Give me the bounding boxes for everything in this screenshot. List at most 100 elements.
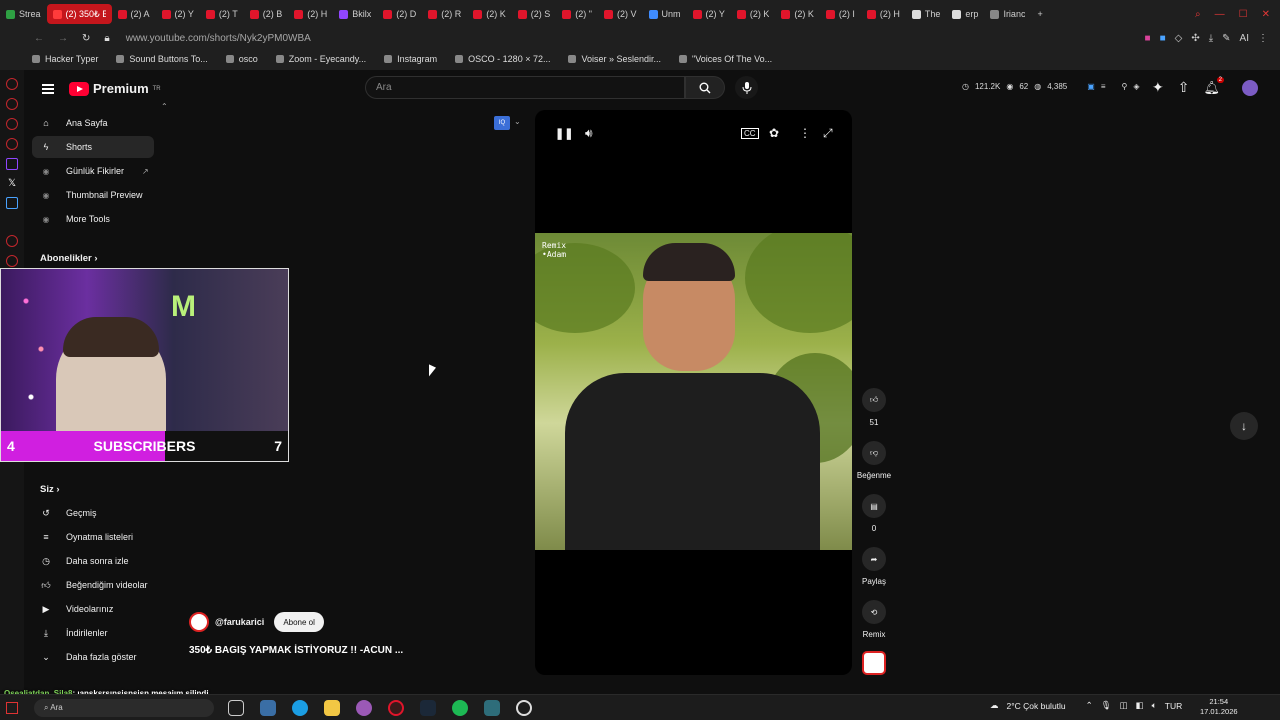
browser-tab[interactable]: erp bbox=[946, 4, 984, 24]
twitch-icon[interactable] bbox=[6, 158, 18, 170]
chrome-icon[interactable] bbox=[356, 700, 372, 716]
extension-toggle-button[interactable]: IQ bbox=[494, 116, 510, 130]
search-button[interactable] bbox=[685, 76, 725, 99]
new-tab-button[interactable]: + bbox=[1031, 4, 1048, 24]
clock[interactable]: 21:54 17.01.2026 bbox=[1200, 697, 1238, 717]
taskbar-search[interactable]: ⌕ Ara bbox=[34, 698, 214, 717]
task-view-icon[interactable] bbox=[228, 700, 244, 716]
bookmark-item[interactable]: Sound Buttons To... bbox=[116, 54, 208, 64]
browser-tab[interactable]: Unm bbox=[643, 4, 687, 24]
share-button[interactable]: ➦ Paylaş bbox=[855, 547, 893, 586]
sidebar-app-icon[interactable] bbox=[6, 235, 18, 247]
channel-avatar[interactable] bbox=[189, 612, 209, 632]
channel-name[interactable]: @farukarici bbox=[215, 617, 264, 627]
sidebar-item-beğendiğim-videolar[interactable]: 👍︎ Beğendiğim videolar bbox=[32, 574, 154, 596]
browser-tab[interactable]: (2) " bbox=[556, 4, 598, 24]
edit-icon[interactable]: ✎ bbox=[1222, 33, 1230, 44]
sidebar-item-oynatma-listeleri[interactable]: ≡ Oynatma listeleri bbox=[32, 526, 154, 548]
browser-tab[interactable]: (2) R bbox=[422, 4, 467, 24]
sidebar-item-shorts[interactable]: ϟ Shorts bbox=[32, 136, 154, 158]
fullscreen-icon[interactable]: ⤢ bbox=[823, 126, 833, 141]
next-short-button[interactable]: ↓ bbox=[1230, 412, 1258, 440]
volume-icon[interactable]: 🔈︎ bbox=[1152, 700, 1157, 711]
menu-hamburger-icon[interactable] bbox=[42, 84, 54, 94]
sidebar-item-more-tools[interactable]: ◉ More Tools bbox=[32, 208, 154, 230]
sidebar-item-ana-sayfa[interactable]: ⌂ Ana Sayfa bbox=[32, 112, 154, 134]
browser-tab[interactable]: (2) I bbox=[820, 4, 861, 24]
remix-button[interactable]: ⟲ Remix bbox=[855, 600, 893, 639]
browser-tab[interactable]: (2) S bbox=[512, 4, 557, 24]
app-icon[interactable]: ◧ bbox=[1136, 700, 1144, 711]
sound-thumbnail[interactable] bbox=[862, 651, 886, 675]
sidebar-app-icon[interactable] bbox=[6, 118, 18, 130]
language-indicator[interactable]: TUR bbox=[1165, 701, 1182, 711]
puzzle-icon[interactable]: ✣ bbox=[1191, 33, 1199, 44]
browser-tab[interactable]: (2) A bbox=[112, 4, 156, 24]
video-title[interactable]: 350₺ BAGIŞ YAPMAK İSTİYORUZ !! -ACUN ... bbox=[189, 645, 403, 656]
sidebar-item-daha-sonra-izle[interactable]: ◷ Daha sonra izle bbox=[32, 550, 154, 572]
filter-icon[interactable]: ≡ bbox=[1101, 82, 1106, 91]
browser-tab[interactable]: (2) V bbox=[598, 4, 643, 24]
folder-icon[interactable] bbox=[324, 700, 340, 716]
app-icon[interactable]: ◫ bbox=[1120, 700, 1128, 711]
back-icon[interactable]: ← bbox=[34, 33, 44, 44]
bookmark-item[interactable]: OSCO - 1280 × 72... bbox=[455, 54, 550, 64]
mic-icon[interactable]: 🎙︎ bbox=[1101, 700, 1112, 711]
sidebar-app-icon[interactable] bbox=[6, 78, 18, 90]
create-icon[interactable]: ✦ bbox=[1152, 79, 1164, 96]
edge-icon[interactable] bbox=[292, 700, 308, 716]
bookmark-item[interactable]: osco bbox=[225, 54, 258, 64]
steam-icon[interactable] bbox=[420, 700, 436, 716]
sidebar-app-icon[interactable] bbox=[6, 255, 18, 267]
bookmark-item[interactable]: Hacker Typer bbox=[32, 54, 98, 64]
weather-text[interactable]: 2°C Çok bulutlu bbox=[1007, 701, 1066, 711]
sidebar-item-videolarınız[interactable]: ▶ Videolarınız bbox=[32, 598, 154, 620]
extension-icon[interactable]: ◇ bbox=[1175, 33, 1183, 44]
search-tabs-icon[interactable]: ⌕ bbox=[1195, 9, 1201, 20]
tray-chevron-icon[interactable]: ⌃ bbox=[1086, 700, 1093, 711]
captions-icon[interactable]: CC bbox=[741, 127, 759, 139]
obs-icon[interactable] bbox=[516, 700, 532, 716]
download-icon[interactable]: ⤓ bbox=[1209, 33, 1213, 44]
collapse-icon[interactable]: ⌃ bbox=[161, 102, 168, 111]
browser-tab[interactable]: (2) T bbox=[200, 4, 244, 24]
bookmark-item[interactable]: Zoom - Eyecandy... bbox=[275, 54, 366, 64]
browser-tab[interactable]: (2) K bbox=[775, 4, 820, 24]
forward-icon[interactable]: → bbox=[58, 33, 68, 44]
notifications-button[interactable]: 🔔︎ 2 bbox=[1203, 76, 1224, 96]
shorts-remix-icon[interactable]: ✿ bbox=[769, 126, 779, 140]
like-button[interactable]: 👍︎ 51 bbox=[855, 388, 893, 427]
browser-tab[interactable]: (2) 350₺ B bbox=[46, 4, 112, 24]
extension-icon[interactable]: ■ bbox=[1160, 33, 1166, 44]
extension-icon[interactable]: ■ bbox=[1145, 33, 1151, 44]
extension-icon[interactable]: ◈ bbox=[1133, 82, 1139, 91]
search-input[interactable]: Ara bbox=[365, 76, 685, 99]
sidebar-app-icon[interactable] bbox=[6, 197, 18, 209]
reload-icon[interactable]: ↻ bbox=[82, 33, 90, 44]
browser-tab[interactable]: (2) K bbox=[467, 4, 512, 24]
browser-tab[interactable]: (2) D bbox=[377, 4, 422, 24]
lock-icon[interactable]: 🔒︎ bbox=[104, 33, 109, 44]
you-title[interactable]: Siz › bbox=[40, 484, 60, 495]
sidebar-item-günlük-fikirler[interactable]: ◉ Günlük Fikirler ↗ bbox=[32, 160, 154, 182]
browser-tab[interactable]: Irianc bbox=[984, 4, 1031, 24]
extension-icon[interactable]: ⚲ bbox=[1121, 82, 1127, 91]
upload-icon[interactable]: ⇧ bbox=[1178, 79, 1190, 96]
ai-button[interactable]: AI bbox=[1240, 33, 1249, 44]
browser-tab[interactable]: (2) K bbox=[731, 4, 776, 24]
avatar[interactable] bbox=[1241, 79, 1258, 96]
weather-icon[interactable]: ☁ bbox=[990, 700, 999, 711]
browser-tab[interactable]: (2) Y bbox=[687, 4, 731, 24]
browser-tab[interactable]: (2) H bbox=[861, 4, 906, 24]
browser-tab[interactable]: Bkilx bbox=[333, 4, 377, 24]
subscribe-button[interactable]: Abone ol bbox=[274, 612, 324, 632]
minimize-button[interactable]: — bbox=[1215, 9, 1225, 20]
start-button[interactable] bbox=[6, 701, 18, 714]
bookmark-item[interactable]: "Voices Of The Vo... bbox=[679, 54, 772, 64]
browser-tab[interactable]: (2) Y bbox=[156, 4, 200, 24]
sidebar-app-icon[interactable] bbox=[6, 138, 18, 150]
youtube-logo[interactable]: Premium TR bbox=[69, 81, 161, 96]
subscriptions-title[interactable]: Abonelikler › bbox=[40, 253, 98, 264]
url-field[interactable]: www.youtube.com/shorts/Nyk2yPM0WBA bbox=[126, 33, 311, 44]
voice-search-button[interactable] bbox=[735, 76, 758, 99]
